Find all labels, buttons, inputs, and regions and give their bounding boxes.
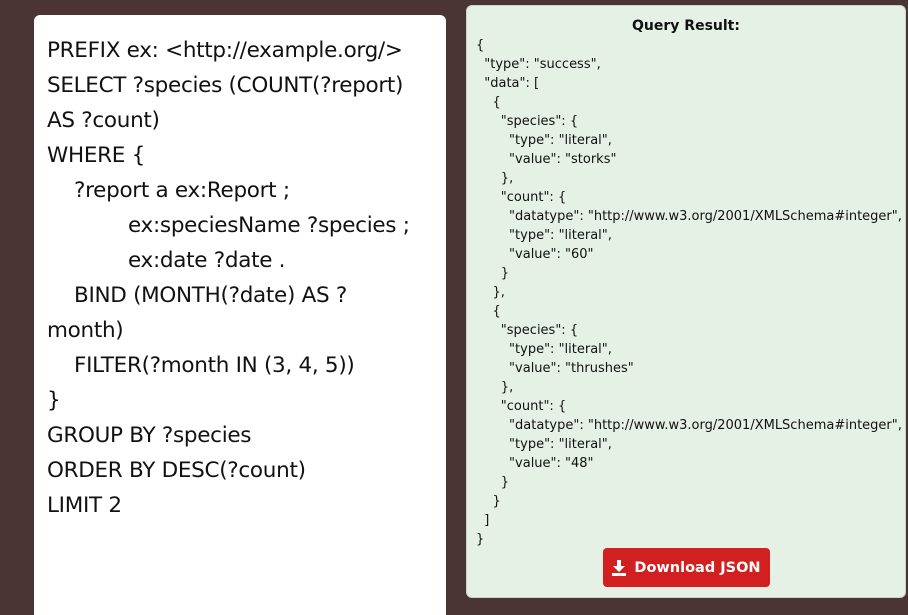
- query-line: GROUP BY ?species: [47, 423, 252, 448]
- query-line: ex:speciesName ?species ;: [128, 213, 410, 238]
- query-line: ?report a ex:Report ;: [74, 178, 290, 203]
- query-line: WHERE {: [47, 143, 145, 168]
- query-line: AS ?count): [47, 108, 160, 133]
- download-json-button[interactable]: Download JSON: [603, 548, 770, 587]
- sparql-query-panel: PREFIX ex: <http://example.org/> SELECT …: [34, 15, 446, 615]
- query-line: }: [47, 388, 61, 413]
- json-result-output: { "type": "success", "data": [ { "specie…: [476, 38, 902, 547]
- download-button-label: Download JSON: [634, 559, 761, 576]
- query-line: LIMIT 2: [47, 493, 122, 518]
- query-line: ORDER BY DESC(?count): [47, 458, 306, 483]
- download-icon: [612, 559, 627, 576]
- query-line: BIND (MONTH(?date) AS ?: [74, 283, 348, 308]
- result-title: Query Result:: [632, 18, 740, 34]
- query-line: FILTER(?month IN (3, 4, 5)): [74, 353, 355, 378]
- query-line: SELECT ?species (COUNT(?report): [47, 73, 404, 98]
- query-result-panel: Query Result: { "type": "success", "data…: [466, 5, 906, 598]
- query-line: ex:date ?date .: [128, 248, 286, 273]
- query-line: PREFIX ex: <http://example.org/>: [47, 38, 403, 63]
- query-line: month): [47, 318, 124, 343]
